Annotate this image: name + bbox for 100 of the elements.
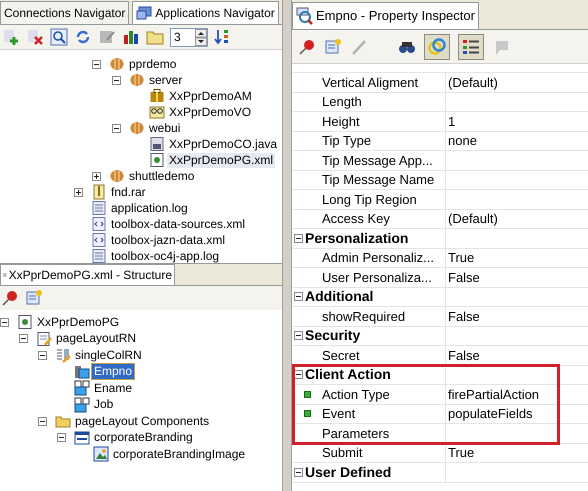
list-view-toggle[interactable] [458,34,484,60]
collapse-icon[interactable] [38,350,47,360]
property-value[interactable]: none [448,131,477,150]
category-heading: Additional [305,287,374,306]
tree-item[interactable]: toolbox-data-sources.xml [109,216,248,232]
property-value[interactable]: True [448,248,474,268]
tree-item[interactable]: pageLayoutRN [54,331,138,346]
property-name: Tip Type [322,132,372,150]
category-heading: Client Action [305,365,391,384]
expand-icon[interactable] [74,188,83,196]
file-icon [149,136,165,152]
archive-icon [91,184,107,200]
collapse-icon[interactable] [294,292,303,302]
refresh-icon[interactable] [74,28,92,46]
structure-tab[interactable]: XxPprDemoPG.xml - Structure [0,264,175,285]
tree-item[interactable]: corporateBranding [92,430,195,446]
property-value[interactable]: firePartialAction [448,384,540,404]
field-icon [74,364,90,380]
package-icon [109,168,125,184]
category-heading: Security [305,326,360,346]
property-name: Admin Personaliz... [322,249,434,267]
tree-item[interactable]: application.log [109,200,190,216]
tree-item[interactable]: pageLayout Components [73,414,212,429]
collapse-icon[interactable] [294,234,303,243]
tree-item[interactable]: XxPprDemoCO.java [167,136,280,152]
edit-icon[interactable] [98,28,116,46]
property-name: showRequired [322,308,406,326]
collapse-icon[interactable] [294,468,303,477]
window-icon [136,6,152,20]
tree-item[interactable]: corporateBrandingImage [111,446,248,462]
collapse-icon[interactable] [294,370,303,380]
property-value[interactable]: False [448,306,480,326]
navigator-tab[interactable]: Applications Navigator [132,1,279,24]
property-name: Tip Message App... [322,152,433,170]
property-name: Vertical Aligment [322,74,418,92]
tree-item[interactable]: XxPprDemoAM [167,88,254,104]
collapse-icon[interactable] [19,334,28,344]
package-icon [129,120,145,136]
tree-item[interactable]: XxPprDemoPG.xml [167,152,276,168]
tree-item[interactable]: pprdemo [127,56,178,72]
item-icon [74,380,90,396]
bar-chart-icon[interactable] [122,28,140,46]
collapse-icon[interactable] [38,416,47,426]
tree-item[interactable]: Ename [92,380,134,396]
tree-item[interactable]: XxPprDemoPG [35,314,122,330]
category-heading: User Defined [305,462,392,482]
property-name: Action Type [322,386,390,404]
categories-toggle[interactable] [424,34,450,60]
property-value[interactable]: False [448,346,480,365]
level-spinner[interactable]: 3 [170,28,208,46]
tree-item[interactable]: Job [92,397,116,412]
region-icon [55,347,71,364]
tree-item[interactable]: toolbox-jazn-data.xml [109,232,228,248]
tree-item[interactable]: webui [147,120,182,136]
expand-icon[interactable] [92,172,101,180]
add-icon[interactable] [2,28,20,46]
tree-item[interactable]: fnd.rar [109,184,148,200]
property-value[interactable]: False [448,268,480,287]
tree-item[interactable]: Empno [92,364,134,380]
collapse-icon[interactable] [112,124,121,132]
tree-item[interactable]: XxPprDemoVO [167,104,254,120]
item-icon [74,396,90,413]
tree-item[interactable]: singleColRN [73,348,144,363]
properties-icon[interactable] [324,38,342,56]
property-value[interactable]: (Default) [448,209,498,228]
document-icon [91,248,107,263]
modified-marker-icon [304,390,310,398]
spinner-arrows-icon[interactable] [195,28,207,46]
inspector-tab[interactable]: Empno - Property Inspector [292,2,479,29]
properties-icon[interactable] [25,289,43,307]
property-name: Height [322,112,360,131]
collapse-icon[interactable] [57,433,66,442]
list-icon [462,38,480,56]
pin-icon[interactable] [1,289,19,307]
property-value[interactable]: 1 [448,112,456,131]
navigator-tab[interactable]: Connections Navigator [0,1,130,24]
tree-item[interactable]: shuttledemo [127,168,196,184]
image-icon [93,446,109,462]
tree-item[interactable]: server [147,72,184,88]
pin-icon[interactable] [298,38,316,56]
inspector-icon [296,7,314,25]
glasses-icon [149,104,165,120]
property-value[interactable]: populateFields [448,404,533,424]
collapse-icon[interactable] [0,318,9,327]
property-value[interactable]: (Default) [448,72,498,92]
xml-file-icon [91,232,107,248]
collapse-icon[interactable] [92,60,101,68]
package-icon [129,72,145,88]
layout-icon [36,330,52,347]
tree-item[interactable]: toolbox-oc4j-app.log [109,248,222,263]
collapse-icon[interactable] [294,331,303,340]
delete-icon[interactable] [26,28,44,46]
property-name: Length [322,93,362,111]
property-name: Access Key [322,210,390,228]
search-icon[interactable] [50,28,68,46]
collapse-icon[interactable] [112,76,121,84]
property-value[interactable]: True [448,443,474,462]
package-icon [109,56,125,72]
property-name: Event [322,405,356,423]
property-name: Secret [322,346,360,364]
